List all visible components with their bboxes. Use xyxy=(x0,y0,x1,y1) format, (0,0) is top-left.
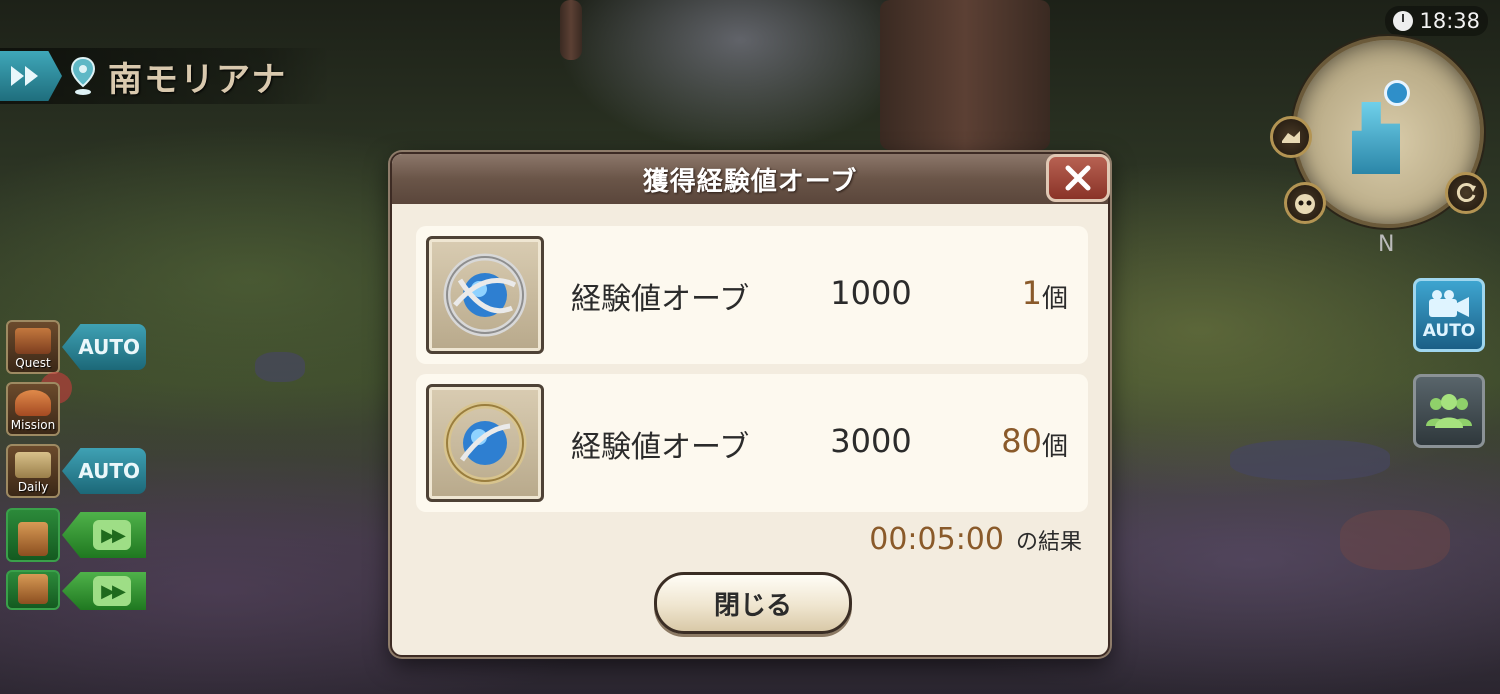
location-name: 南モリアナ xyxy=(108,59,288,100)
quest-label: Quest xyxy=(15,356,51,370)
background-rock xyxy=(1340,510,1450,570)
item-unit: 個 xyxy=(1041,432,1068,462)
daily-label: Daily xyxy=(17,480,49,494)
quest-auto-button[interactable]: AUTO xyxy=(62,324,146,370)
double-chevron-icon xyxy=(11,66,38,86)
fast-forward-icon: ▶▶ xyxy=(93,576,131,606)
monster-search-button[interactable] xyxy=(1284,182,1326,224)
daily-scroll-icon xyxy=(15,452,51,478)
clock: 18:38 xyxy=(1385,6,1488,36)
item-count: 80 xyxy=(1001,422,1042,460)
mission-label: Mission xyxy=(10,418,56,432)
map-player-marker-icon xyxy=(1384,80,1410,106)
party-members-icon xyxy=(1426,394,1472,428)
quest-button[interactable]: Quest xyxy=(6,320,60,374)
experience-orb-icon xyxy=(443,253,527,337)
quest-shortcut-2-button[interactable] xyxy=(6,570,60,610)
clock-time: 18:38 xyxy=(1419,9,1480,33)
video-camera-icon xyxy=(1429,290,1469,317)
map-building-icon xyxy=(1352,102,1400,174)
map-fold-icon xyxy=(1282,131,1300,143)
background-rock xyxy=(1230,440,1390,480)
mission-icon xyxy=(15,390,51,416)
background-tree-trunk-small xyxy=(560,0,582,60)
item-name: 経験値オーブ xyxy=(571,282,750,317)
experience-orb-icon xyxy=(443,401,527,485)
close-x-button[interactable] xyxy=(1046,154,1110,202)
location-bar: 南モリアナ xyxy=(0,48,330,104)
background-tree-trunk xyxy=(880,0,1050,150)
quest-board-icon xyxy=(15,328,51,354)
item-row: 経験値オーブ 1000 1 個 xyxy=(416,226,1088,364)
skip-forward-1-button[interactable]: ▶▶ xyxy=(62,512,146,558)
close-button[interactable]: 閉じる xyxy=(654,572,852,634)
map-rotate-button[interactable] xyxy=(1445,172,1487,214)
item-row: 経験値オーブ 3000 80 個 xyxy=(416,374,1088,512)
daily-auto-button[interactable]: AUTO xyxy=(62,448,146,494)
fast-forward-icon: ▶▶ xyxy=(93,520,131,550)
map-toggle-button[interactable] xyxy=(1270,116,1312,158)
item-count: 1 xyxy=(1021,274,1042,312)
auto-camera-label: AUTO xyxy=(1422,321,1476,341)
result-suffix: の結果 xyxy=(1015,530,1082,555)
quest-shortcut-1-button[interactable] xyxy=(6,508,60,562)
item-icon-frame xyxy=(426,236,544,354)
close-icon xyxy=(1065,165,1091,191)
auto-camera-button[interactable]: AUTO xyxy=(1413,278,1485,352)
signpost-icon xyxy=(18,522,48,556)
item-unit: 個 xyxy=(1041,284,1068,314)
item-name: 経験値オーブ xyxy=(571,430,750,465)
background-rock xyxy=(255,352,305,382)
daily-button[interactable]: Daily xyxy=(6,444,60,498)
exp-orb-dialog: 獲得経験値オーブ 経験値オーブ 1000 1 個 経験値オーブ 3000 80 … xyxy=(390,152,1110,657)
dialog-header: 獲得経験値オーブ xyxy=(392,154,1108,204)
item-value: 3000 xyxy=(830,422,912,460)
signpost-icon xyxy=(18,574,48,604)
party-button[interactable] xyxy=(1413,374,1485,448)
skip-forward-2-button[interactable]: ▶▶ xyxy=(62,572,146,610)
dialog-title: 獲得経験値オーブ xyxy=(642,166,858,197)
monster-face-icon xyxy=(1295,194,1315,214)
refresh-icon xyxy=(1456,183,1476,202)
fast-travel-button[interactable] xyxy=(0,51,62,101)
compass-north-label: N xyxy=(1378,232,1395,257)
result-time: 00:05:00 xyxy=(869,522,1004,557)
result-duration: 00:05:00 の結果 xyxy=(869,522,1082,557)
item-icon-frame xyxy=(426,384,544,502)
map-pin-icon xyxy=(70,56,96,95)
clock-icon xyxy=(1393,11,1414,31)
mission-button[interactable]: Mission xyxy=(6,382,60,436)
item-value: 1000 xyxy=(830,274,912,312)
